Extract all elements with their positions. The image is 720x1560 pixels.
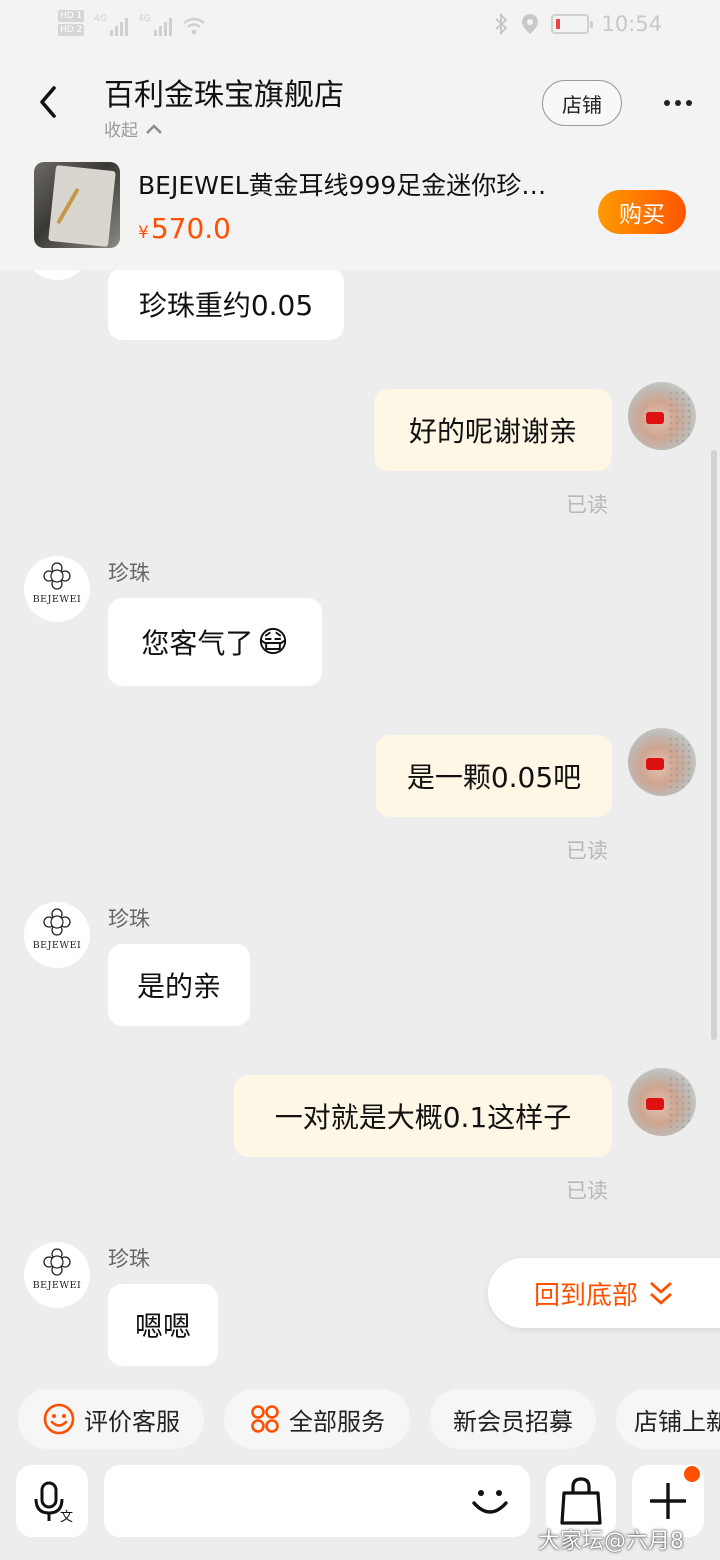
- message-bubble-incoming[interactable]: 嗯嗯: [108, 1284, 218, 1366]
- all-services-chip[interactable]: 全部服务: [224, 1389, 410, 1449]
- back-to-bottom-button[interactable]: 回到底部: [488, 1258, 720, 1328]
- store-avatar[interactable]: [24, 270, 90, 280]
- chevron-up-icon: [146, 123, 162, 134]
- wifi-icon: [182, 17, 205, 35]
- read-receipt: 已读: [566, 839, 608, 863]
- notification-dot: [682, 1464, 702, 1484]
- currency-symbol: ¥: [138, 223, 149, 243]
- watermark: 大家坛@六月8: [538, 1529, 684, 1554]
- message-list[interactable]: 珍珠重约0.05 好的呢谢谢亲 已读 BEJEWEI 珍珠 您客气了 😷 是一颗…: [0, 270, 720, 1385]
- user-avatar[interactable]: [628, 1068, 696, 1136]
- message-text: 您客气了: [141, 627, 254, 660]
- store-new-chip[interactable]: 店铺上新: [616, 1389, 720, 1449]
- message-bubble-incoming[interactable]: 珍珠重约0.05: [108, 270, 344, 340]
- hd-badge-1: HD 1: [58, 10, 85, 22]
- voice-input-button[interactable]: 文: [16, 1465, 88, 1537]
- brand-flower-logo: [43, 908, 71, 936]
- user-avatar[interactable]: [628, 728, 696, 796]
- microphone-translate-icon: 文: [34, 1481, 73, 1525]
- store-avatar[interactable]: BEJEWEI: [24, 1242, 90, 1308]
- network-type-1: 4G: [94, 14, 107, 24]
- sender-name: 珍珠: [108, 1247, 150, 1271]
- chip-label: 店铺上新: [634, 1407, 720, 1436]
- rate-service-chip[interactable]: 评价客服: [18, 1389, 204, 1449]
- message-bubble-outgoing[interactable]: 是一颗0.05吧: [376, 735, 612, 817]
- input-bar: 文 大家坛@六月8: [0, 1455, 720, 1560]
- message-bubble-incoming[interactable]: 您客气了 😷: [108, 598, 322, 686]
- read-receipt: 已读: [566, 1179, 608, 1203]
- quick-services-bar[interactable]: 评价客服 全部服务 新会员招募 店铺上新: [0, 1385, 720, 1455]
- brand-text: BEJEWEI: [32, 940, 82, 951]
- product-price: ¥570.0: [138, 212, 231, 245]
- brand-flower-logo: [43, 1248, 71, 1276]
- sender-name: 珍珠: [108, 561, 150, 585]
- chip-label: 新会员招募: [453, 1407, 573, 1436]
- signal-icon: [110, 14, 128, 36]
- back-to-bottom-label: 回到底部: [534, 1280, 639, 1311]
- hd-badge-2: HD 2: [58, 24, 85, 36]
- store-title: 百利金珠宝旗舰店: [104, 78, 344, 113]
- message-bubble-outgoing[interactable]: 好的呢谢谢亲: [374, 389, 612, 471]
- collapse-label: 收起: [104, 121, 138, 141]
- message-bubble-incoming[interactable]: 是的亲: [108, 944, 250, 1026]
- new-member-chip[interactable]: 新会员招募: [430, 1389, 596, 1449]
- brand-flower-logo: [43, 562, 71, 590]
- chip-label: 评价客服: [84, 1407, 180, 1436]
- brand-text: BEJEWEI: [32, 1280, 82, 1291]
- double-chevron-down-icon: [650, 1281, 672, 1305]
- store-avatar[interactable]: BEJEWEI: [24, 902, 90, 968]
- scrollbar[interactable]: [711, 450, 717, 1040]
- sender-name: 珍珠: [108, 907, 150, 931]
- mask-face-emoji: 😷: [257, 624, 289, 660]
- product-name[interactable]: BEJEWEL黄金耳线999足金迷你珍…: [138, 166, 578, 202]
- clock: 10:54: [601, 12, 662, 36]
- smile-icon: [43, 1403, 75, 1435]
- system-status: 10:54: [493, 12, 662, 36]
- store-button[interactable]: 店铺: [542, 80, 622, 126]
- message-bubble-outgoing[interactable]: 一对就是大概0.1这样子: [234, 1075, 612, 1157]
- brand-text: BEJEWEI: [32, 594, 82, 605]
- bluetooth-icon: [495, 13, 508, 35]
- status-bar: HD 1 HD 2 4G 4G 10:54: [0, 0, 720, 56]
- product-card[interactable]: BEJEWEL黄金耳线999足金迷你珍… ¥570.0 购买: [0, 150, 720, 270]
- read-receipt: 已读: [566, 493, 608, 517]
- chat-header: 百利金珠宝旗舰店 收起 店铺: [0, 56, 720, 150]
- price-value: 570.0: [150, 212, 231, 245]
- more-dots-icon[interactable]: [660, 90, 696, 116]
- buy-button[interactable]: 购买: [598, 190, 686, 234]
- grid-icon: [251, 1405, 279, 1433]
- back-arrow-icon[interactable]: [32, 82, 66, 122]
- battery-icon: [551, 14, 594, 34]
- product-image[interactable]: [34, 162, 120, 248]
- collapse-toggle[interactable]: 收起: [104, 116, 164, 141]
- network-type-2: 4G: [138, 14, 151, 24]
- location-icon: [522, 14, 539, 34]
- chip-label: 全部服务: [289, 1407, 385, 1436]
- store-avatar[interactable]: BEJEWEI: [24, 556, 90, 622]
- svg-text:文: 文: [60, 1510, 73, 1525]
- network-status: HD 1 HD 2 4G 4G: [58, 10, 206, 36]
- smiley-icon[interactable]: [466, 1475, 514, 1525]
- signal-icon: [153, 14, 172, 36]
- user-avatar[interactable]: [628, 382, 696, 450]
